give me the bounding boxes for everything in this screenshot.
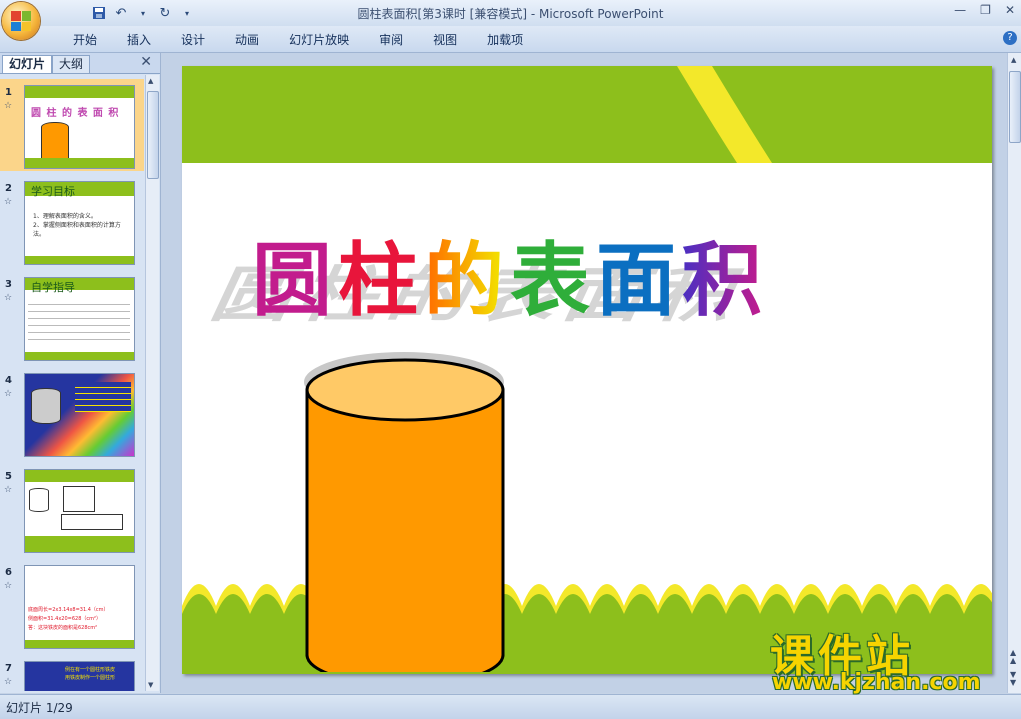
slide-number: 2 xyxy=(5,183,12,194)
title-char: 柱 xyxy=(338,234,418,327)
tab-home[interactable]: 开始 xyxy=(58,31,112,48)
thumbnail-image: 自学指导 xyxy=(24,277,135,361)
slide-thumbnail[interactable]: 7 ☆ 例在有一个圆柱形铁皮 用铁皮制作一个圆柱形 xyxy=(0,655,144,691)
tab-slideshow[interactable]: 幻灯片放映 xyxy=(274,31,364,48)
ribbon-tabs: 开始 插入 设计 动画 幻灯片放映 审阅 视图 加载项 xyxy=(58,31,538,48)
title-text: 圆 柱 的 表 面 积 xyxy=(252,216,762,332)
title-bar: ↶ ▾ ↻ ▾ 圆柱表面积[第3课时 [兼容模式] - Microsoft Po… xyxy=(0,0,1021,26)
tab-addins[interactable]: 加载项 xyxy=(472,31,538,48)
thumbnail-image: 例在有一个圆柱形铁皮 用铁皮制作一个圆柱形 xyxy=(24,661,135,691)
slide-number: 1 xyxy=(5,87,12,98)
title-char: 面 xyxy=(596,234,676,327)
tab-view[interactable]: 视图 xyxy=(418,31,472,48)
slide-thumbnail[interactable]: 3 ☆ 自学指导 xyxy=(0,271,144,363)
tab-slides[interactable]: 幻灯片 xyxy=(2,55,53,73)
slide-number: 6 xyxy=(5,567,12,578)
slide-number: 7 xyxy=(5,663,12,674)
close-button[interactable]: ✕ xyxy=(1005,3,1015,17)
scrollbar-thumb[interactable] xyxy=(147,91,159,179)
minimize-button[interactable]: — xyxy=(954,3,966,17)
restore-button[interactable]: ❐ xyxy=(980,3,991,17)
title-char: 表 xyxy=(510,234,590,327)
animation-star-icon: ☆ xyxy=(4,293,13,303)
tab-animations[interactable]: 动画 xyxy=(220,31,274,48)
animation-star-icon: ☆ xyxy=(4,485,13,495)
slide-thumbnail[interactable]: 1 ☆ 圆 柱 的 表 面 积 xyxy=(0,79,144,171)
slides-panel: 幻灯片 大纲 ✕ 1 ☆ 圆 柱 的 表 面 积 2 ☆ 学习目标 1、理解表面… xyxy=(0,53,161,693)
office-button[interactable] xyxy=(2,2,40,40)
thumbnail-image: 底面周长=2x3.14x8=31.4（cm） 侧面积=31.4x20=628（c… xyxy=(24,565,135,649)
tab-design[interactable]: 设计 xyxy=(166,31,220,48)
slide-indicator: 幻灯片 1/29 xyxy=(6,701,73,715)
title-char: 积 xyxy=(682,216,762,332)
editor-scrollbar[interactable]: ▲ ▲ ▲ ▼ ▼ xyxy=(1007,53,1021,693)
tab-review[interactable]: 审阅 xyxy=(364,31,418,48)
scrollbar-thumb[interactable] xyxy=(1009,71,1021,143)
help-icon[interactable]: ? xyxy=(1003,31,1017,45)
scroll-up-icon[interactable]: ▲ xyxy=(1011,56,1016,64)
thumb-title: 圆 柱 的 表 面 积 xyxy=(31,108,120,119)
slide-thumbnail[interactable]: 5 ☆ xyxy=(0,463,144,555)
thumbnail-list: 1 ☆ 圆 柱 的 表 面 积 2 ☆ 学习目标 1、理解表面积的含义。 2、掌… xyxy=(0,75,144,691)
title-char: 的 xyxy=(424,216,504,332)
previous-slide-icon[interactable]: ▲ ▲ xyxy=(1010,649,1016,665)
scroll-up-icon[interactable]: ▲ xyxy=(148,77,153,85)
slide-thumbnail[interactable]: 4 ☆ xyxy=(0,367,144,459)
thumb-text: 底面周长=2x3.14x8=31.4（cm） 侧面积=31.4x20=628（c… xyxy=(28,607,109,631)
animation-star-icon: ☆ xyxy=(4,581,13,591)
tab-insert[interactable]: 插入 xyxy=(112,31,166,48)
animation-star-icon: ☆ xyxy=(4,389,13,399)
window-title: 圆柱表面积[第3课时 [兼容模式] - Microsoft PowerPoint xyxy=(357,7,664,21)
top-band xyxy=(182,66,992,163)
window-controls: — ❐ ✕ xyxy=(954,3,1015,17)
scroll-down-icon[interactable]: ▼ xyxy=(148,681,153,689)
slide-number: 4 xyxy=(5,375,12,386)
office-logo-icon xyxy=(11,11,31,31)
slide-thumbnail[interactable]: 6 ☆ 底面周长=2x3.14x8=31.4（cm） 侧面积=31.4x20=6… xyxy=(0,559,144,651)
thumbnail-image: 学习目标 1、理解表面积的含义。 2、掌握侧面积和表面积的计算方法。 xyxy=(24,181,135,265)
thumbnail-image: 圆 柱 的 表 面 积 xyxy=(24,85,135,169)
panel-tabs: 幻灯片 大纲 ✕ xyxy=(0,53,160,74)
slide-thumbnail[interactable]: 2 ☆ 学习目标 1、理解表面积的含义。 2、掌握侧面积和表面积的计算方法。 xyxy=(0,175,144,267)
status-bar: 幻灯片 1/29 xyxy=(0,694,1021,719)
ribbon: 开始 插入 设计 动画 幻灯片放映 审阅 视图 加载项 ? xyxy=(0,26,1021,53)
thumbnail-image xyxy=(24,373,135,457)
tab-outline[interactable]: 大纲 xyxy=(52,55,91,73)
thumbnail-scrollbar[interactable]: ▲ ▼ xyxy=(145,75,159,691)
animation-star-icon: ☆ xyxy=(4,677,13,687)
animation-star-icon: ☆ xyxy=(4,101,13,111)
cylinder-shape[interactable] xyxy=(292,342,532,672)
next-slide-icon[interactable]: ▼ ▼ xyxy=(1010,671,1016,687)
slide-title[interactable]: 圆柱的表面积 圆 柱 的 表 面 积 xyxy=(201,216,952,330)
title-char: 圆 xyxy=(252,234,332,327)
current-slide[interactable]: 圆柱的表面积 圆 柱 的 表 面 积 xyxy=(182,66,992,674)
slide-number: 3 xyxy=(5,279,12,290)
thumb-title: 学习目标 xyxy=(31,185,75,198)
thumb-text: 1、理解表面积的含义。 2、掌握侧面积和表面积的计算方法。 xyxy=(33,213,121,238)
animation-star-icon: ☆ xyxy=(4,197,13,207)
slide-number: 5 xyxy=(5,471,12,482)
thumbnail-image xyxy=(24,469,135,553)
thumb-title: 自学指导 xyxy=(31,281,75,294)
slide-editor: 圆柱的表面积 圆 柱 的 表 面 积 xyxy=(161,53,1007,693)
close-panel-icon[interactable]: ✕ xyxy=(140,54,152,70)
thumb-text: 例在有一个圆柱形铁皮 用铁皮制作一个圆柱形 xyxy=(65,667,116,681)
watermark-url: www.kjzhan.com xyxy=(772,670,981,695)
watermark: 课件站 www.kjzhan.com xyxy=(770,620,1010,695)
